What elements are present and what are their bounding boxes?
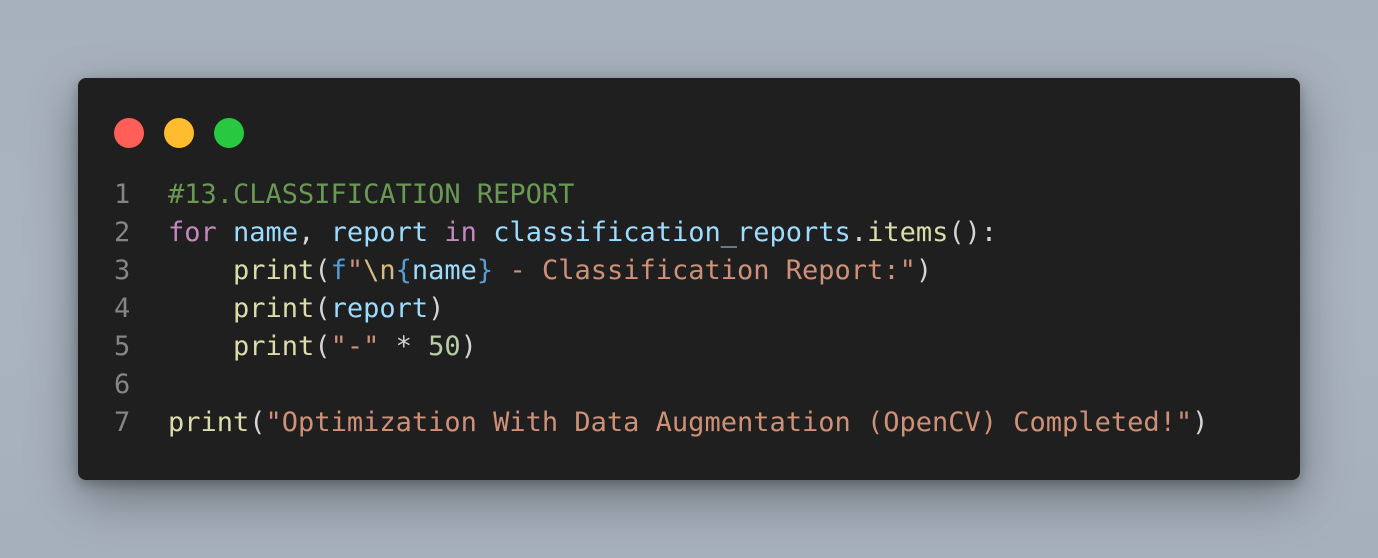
- code-token-esc: \n: [363, 255, 396, 286]
- line-number: 2: [114, 217, 131, 248]
- line-source: print("Optimization With Data Augmentati…: [168, 404, 1208, 442]
- code-editor[interactable]: 1 #13.CLASSIFICATION REPORT 2 for name, rep…: [78, 176, 1300, 442]
- code-token-fn: print: [233, 331, 315, 362]
- code-token-punc: [477, 217, 493, 248]
- code-token-str: - Classification Report:": [493, 255, 916, 286]
- line-source: print("-" * 50): [168, 328, 477, 366]
- code-token-kw: for: [168, 217, 217, 248]
- code-token-punc: [217, 217, 233, 248]
- code-line: 4 print(report): [78, 290, 1300, 328]
- code-line: 7 print("Optimization With Data Augmentat…: [78, 404, 1300, 442]
- code-token-str: "-": [330, 331, 380, 362]
- code-line: 1 #13.CLASSIFICATION REPORT: [78, 176, 1300, 214]
- code-window: 1 #13.CLASSIFICATION REPORT 2 for name, rep…: [78, 78, 1300, 480]
- code-token-kw: in: [444, 217, 477, 248]
- line-source: for name, report in classification_repor…: [168, 214, 997, 252]
- code-token-num: 50: [428, 331, 461, 362]
- code-token-punc: ): [915, 255, 933, 286]
- code-token-brace: }: [476, 255, 494, 286]
- code-token-punc: ():: [948, 217, 998, 248]
- code-token-punc: (: [314, 293, 331, 324]
- code-line: 3 print(f"\n{name} - Classification Repo…: [78, 252, 1300, 290]
- code-token-var: report: [330, 293, 429, 324]
- code-token-punc: [168, 293, 233, 324]
- line-number: 4: [114, 293, 131, 324]
- code-line: 2 for name, report in classification_repo…: [78, 214, 1300, 252]
- code-token-punc: ,: [298, 217, 331, 248]
- code-token-punc: (: [314, 255, 331, 286]
- line-number: 1: [114, 179, 131, 210]
- line-number: 7: [114, 407, 131, 438]
- maximize-button[interactable]: [214, 118, 244, 148]
- code-token-str: ": [346, 255, 364, 286]
- code-token-var: name: [233, 217, 299, 248]
- code-token-fn: items: [867, 217, 949, 248]
- code-token-punc: ): [460, 331, 477, 362]
- code-line: 6: [78, 366, 1300, 404]
- code-token-var: name: [411, 255, 477, 286]
- code-token-punc: [428, 217, 444, 248]
- code-token-punc: ): [1192, 407, 1209, 438]
- code-token-punc: (: [249, 407, 266, 438]
- minimize-button[interactable]: [164, 118, 194, 148]
- line-number: 3: [114, 255, 131, 286]
- code-token-punc: [168, 255, 233, 286]
- code-line: 5 print("-" * 50): [78, 328, 1300, 366]
- code-token-fn: print: [168, 407, 250, 438]
- line-number: 6: [114, 369, 131, 400]
- line-source: print(report): [168, 290, 444, 328]
- code-token-fn: print: [233, 255, 315, 286]
- line-source: print(f"\n{name} - Classification Report…: [168, 252, 932, 290]
- code-token-str: "Optimization With Data Augmentation (Op…: [265, 407, 1193, 438]
- code-token-var: classification_reports: [493, 217, 851, 248]
- code-token-punc: *: [379, 331, 429, 362]
- code-token-punc: [168, 331, 233, 362]
- code-token-punc: ): [428, 293, 445, 324]
- code-token-fprefix: f: [330, 255, 347, 286]
- code-token-var: report: [330, 217, 429, 248]
- line-number: 5: [114, 331, 131, 362]
- code-token-comment: #13.CLASSIFICATION REPORT: [168, 179, 575, 210]
- code-token-punc: (: [314, 331, 331, 362]
- code-token-fn: print: [233, 293, 315, 324]
- line-source: #13.CLASSIFICATION REPORT: [168, 176, 574, 214]
- code-token-punc: .: [850, 217, 868, 248]
- close-button[interactable]: [114, 118, 144, 148]
- code-token-brace: {: [395, 255, 412, 286]
